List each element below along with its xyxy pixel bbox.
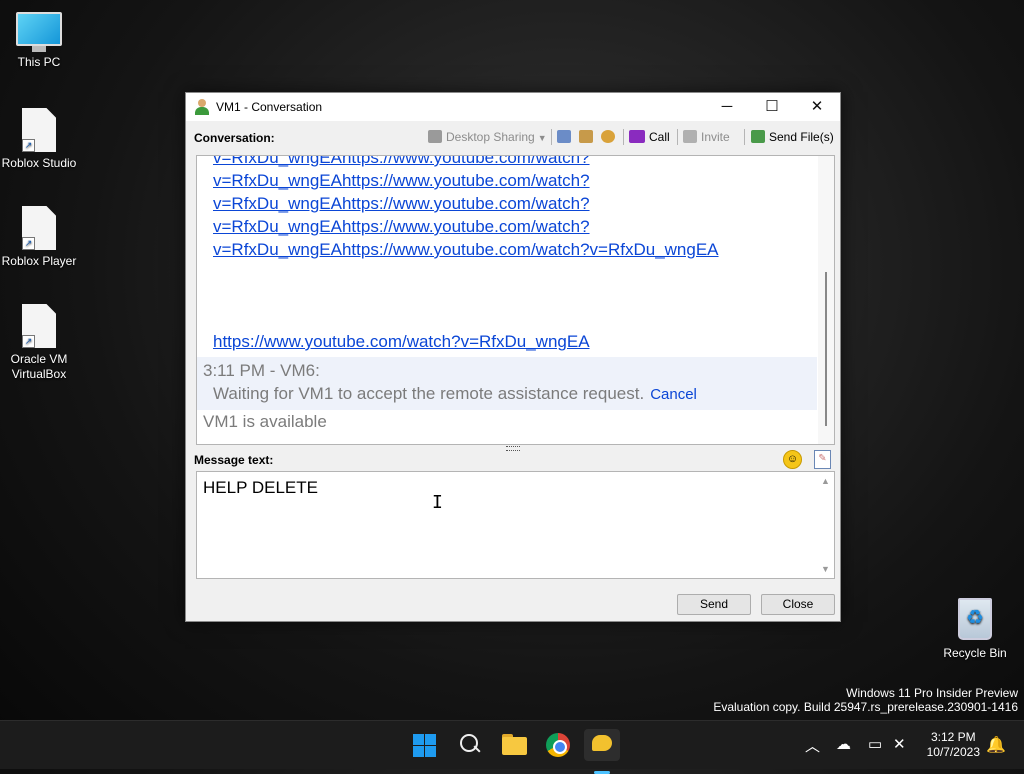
send-button[interactable]: Send: [677, 594, 751, 615]
chevron-down-icon: ▼: [537, 133, 547, 143]
messenger-icon[interactable]: [584, 729, 620, 774]
conversation-link[interactable]: v=RfxDu_wngEAhttps://www.youtube.com/wat…: [197, 215, 817, 238]
message-input[interactable]: [203, 478, 808, 570]
scroll-down-icon[interactable]: ▼: [821, 564, 830, 574]
chrome-icon[interactable]: [542, 729, 574, 761]
conversation-link[interactable]: v=RfxDu_wngEAhttps://www.youtube.com/wat…: [197, 156, 817, 169]
onedrive-icon[interactable]: ☁: [836, 735, 851, 753]
maximize-button[interactable]: ☐: [749, 93, 795, 121]
desktop-sharing-label: Desktop Sharing: [446, 130, 535, 144]
monitor-icon: [1, 12, 77, 52]
message-scrollbar[interactable]: ▲ ▼: [818, 472, 834, 578]
desktop-icon-recycle-bin[interactable]: ♻ Recycle Bin: [937, 598, 1013, 661]
notes-button[interactable]: [557, 128, 575, 146]
conversation-window: VM1 - Conversation ─ ☐ ✕ Conversation: D…: [185, 92, 841, 622]
desktop-sharing-button[interactable]: Desktop Sharing ▼: [428, 128, 547, 146]
file-explorer-icon[interactable]: [498, 729, 530, 761]
video-call-icon: [629, 130, 645, 143]
tray-chevron-icon[interactable]: ︿: [805, 735, 820, 756]
watermark-edition: Windows 11 Pro Insider Preview: [846, 686, 1018, 700]
conversation-link[interactable]: https://www.youtube.com/watch?v=RfxDu_wn…: [197, 330, 817, 353]
desktop-icon-this-pc[interactable]: This PC: [1, 12, 77, 70]
scroll-up-icon[interactable]: ▲: [821, 476, 830, 486]
invite-icon: [683, 130, 697, 143]
desktop-icon-roblox-player[interactable]: ↗ Roblox Player: [1, 206, 77, 269]
send-file-icon: [751, 130, 765, 143]
call-button[interactable]: Call: [629, 128, 670, 146]
pane-splitter[interactable]: [506, 446, 520, 451]
availability-status: VM1 is available: [203, 412, 327, 431]
recycle-bin-icon: ♻: [958, 598, 992, 640]
clock-date: 10/7/2023: [926, 745, 980, 759]
minimize-button[interactable]: ─: [704, 93, 750, 121]
gear-icon: [601, 130, 615, 143]
text-cursor-icon: I: [432, 492, 443, 513]
call-label: Call: [649, 130, 670, 144]
file-shortcut-icon: ↗: [22, 206, 56, 250]
watermark-build: Evaluation copy. Build 25947.rs_prerelea…: [713, 700, 1018, 714]
invite-button[interactable]: Invite: [683, 128, 730, 146]
desktop-icon-label: Recycle Bin: [943, 646, 1007, 660]
file-shortcut-icon: ↗: [22, 108, 56, 152]
contacts-icon: [579, 130, 593, 143]
invite-label: Invite: [701, 130, 730, 144]
message-text-label: Message text:: [194, 453, 274, 467]
close-window-button[interactable]: ✕: [794, 93, 840, 121]
close-button[interactable]: Close: [761, 594, 835, 615]
send-files-label: Send File(s): [769, 130, 834, 144]
desktop-icon-virtualbox[interactable]: ↗ Oracle VM VirtualBox: [1, 304, 77, 382]
desktop-sharing-icon: [428, 130, 442, 143]
conversation-link[interactable]: v=RfxDu_wngEAhttps://www.youtube.com/wat…: [197, 238, 817, 261]
scrollbar-thumb[interactable]: [825, 272, 827, 426]
start-icon[interactable]: [410, 729, 442, 761]
emoticon-icon[interactable]: ☺: [783, 450, 802, 469]
volume-muted-icon[interactable]: ✕: [893, 735, 906, 753]
network-icon[interactable]: ▭: [868, 735, 882, 753]
conversation-label: Conversation:: [194, 131, 275, 145]
font-format-icon[interactable]: ✎: [814, 450, 831, 469]
notes-icon: [557, 130, 571, 143]
desktop-icon-label: Oracle VM VirtualBox: [10, 352, 68, 381]
system-clock[interactable]: 3:12 PM 10/7/2023: [927, 730, 980, 760]
title-bar[interactable]: VM1 - Conversation ─ ☐ ✕: [186, 93, 840, 121]
toolbar-divider: [744, 129, 745, 145]
conversation-link[interactable]: v=RfxDu_wngEAhttps://www.youtube.com/wat…: [197, 192, 817, 215]
message-header: 3:11 PM - VM6:: [203, 361, 320, 380]
clock-time: 3:12 PM: [930, 730, 976, 744]
os-watermark: Windows 11 Pro Insider Preview Evaluatio…: [713, 686, 1018, 714]
remote-assistance-message: 3:11 PM - VM6: Waiting for VM1 to accept…: [197, 357, 817, 410]
desktop-icon-label: Roblox Studio: [1, 156, 77, 170]
toolbar-divider: [677, 129, 678, 145]
settings-button[interactable]: [601, 128, 619, 146]
file-shortcut-icon: ↗: [22, 304, 56, 348]
window-title: VM1 - Conversation: [216, 100, 323, 114]
taskbar: ︿ ☁ ▭ ✕ 3:12 PM 10/7/2023 🔔: [0, 720, 1024, 774]
desktop-icon-roblox-studio[interactable]: ↗ Roblox Studio: [1, 108, 77, 171]
conversation-toolbar: Conversation: Desktop Sharing ▼ Call Invi…: [186, 123, 840, 149]
conversation-link[interactable]: v=RfxDu_wngEAhttps://www.youtube.com/wat…: [197, 169, 817, 192]
toolbar-divider: [551, 129, 552, 145]
waiting-text: Waiting for VM1 to accept the remote ass…: [213, 384, 645, 403]
send-files-button[interactable]: Send File(s): [751, 128, 834, 146]
contact-icon: [195, 99, 209, 115]
contacts-button[interactable]: [579, 128, 597, 146]
cancel-link[interactable]: Cancel: [650, 386, 697, 403]
toolbar-divider: [623, 129, 624, 145]
conversation-history[interactable]: v=RfxDu_wngEAhttps://www.youtube.com/wat…: [196, 155, 835, 445]
search-icon[interactable]: [454, 729, 486, 761]
desktop-icon-label: Roblox Player: [1, 254, 77, 268]
desktop-icon-label: This PC: [17, 55, 61, 69]
message-input-box[interactable]: ▲ ▼: [196, 471, 835, 579]
conversation-scrollbar[interactable]: [818, 156, 834, 444]
notification-bell-icon[interactable]: 🔔: [986, 735, 1006, 755]
